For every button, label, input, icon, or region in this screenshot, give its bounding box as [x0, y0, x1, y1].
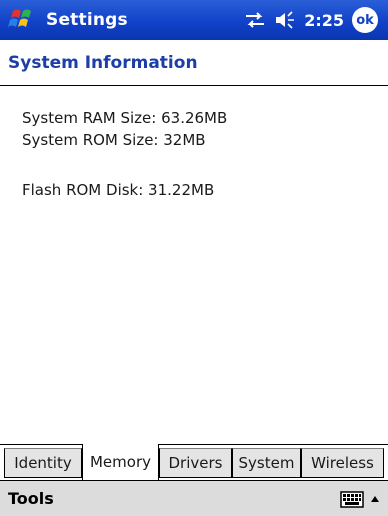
tab-wireless[interactable]: Wireless: [301, 448, 384, 478]
tab-system[interactable]: System: [232, 448, 301, 478]
volume-icon[interactable]: [274, 11, 296, 29]
tab-identity[interactable]: Identity: [4, 448, 82, 478]
header-divider: [0, 85, 388, 86]
tab-drivers[interactable]: Drivers: [159, 448, 232, 478]
status-area: 2:25 ok: [244, 7, 378, 33]
keyboard-icon[interactable]: [340, 489, 364, 509]
system-info-panel: System RAM Size: 63.26MB System ROM Size…: [22, 107, 227, 201]
tools-menu[interactable]: Tools: [0, 489, 340, 508]
title-bar: Settings 2:25 ok: [0, 0, 388, 40]
window-title: Settings: [46, 10, 128, 30]
flash-rom-text: Flash ROM Disk: 31.22MB: [22, 181, 215, 199]
page-title: System Information: [8, 52, 198, 73]
command-bar: Tools: [0, 480, 388, 516]
connectivity-icon[interactable]: [244, 11, 266, 29]
clock[interactable]: 2:25: [304, 11, 344, 30]
tab-memory[interactable]: Memory: [82, 444, 159, 480]
start-button[interactable]: [0, 0, 46, 40]
ram-size-text: System RAM Size: 63.26MB: [22, 109, 228, 127]
up-arrow-icon: [371, 495, 379, 502]
windows-flag-icon: [8, 9, 31, 27]
input-panel-toggle[interactable]: [368, 489, 382, 509]
rom-size-text: System ROM Size: 32MB: [22, 131, 206, 149]
ok-button[interactable]: ok: [352, 7, 378, 33]
tab-strip-top-line: [0, 444, 388, 445]
